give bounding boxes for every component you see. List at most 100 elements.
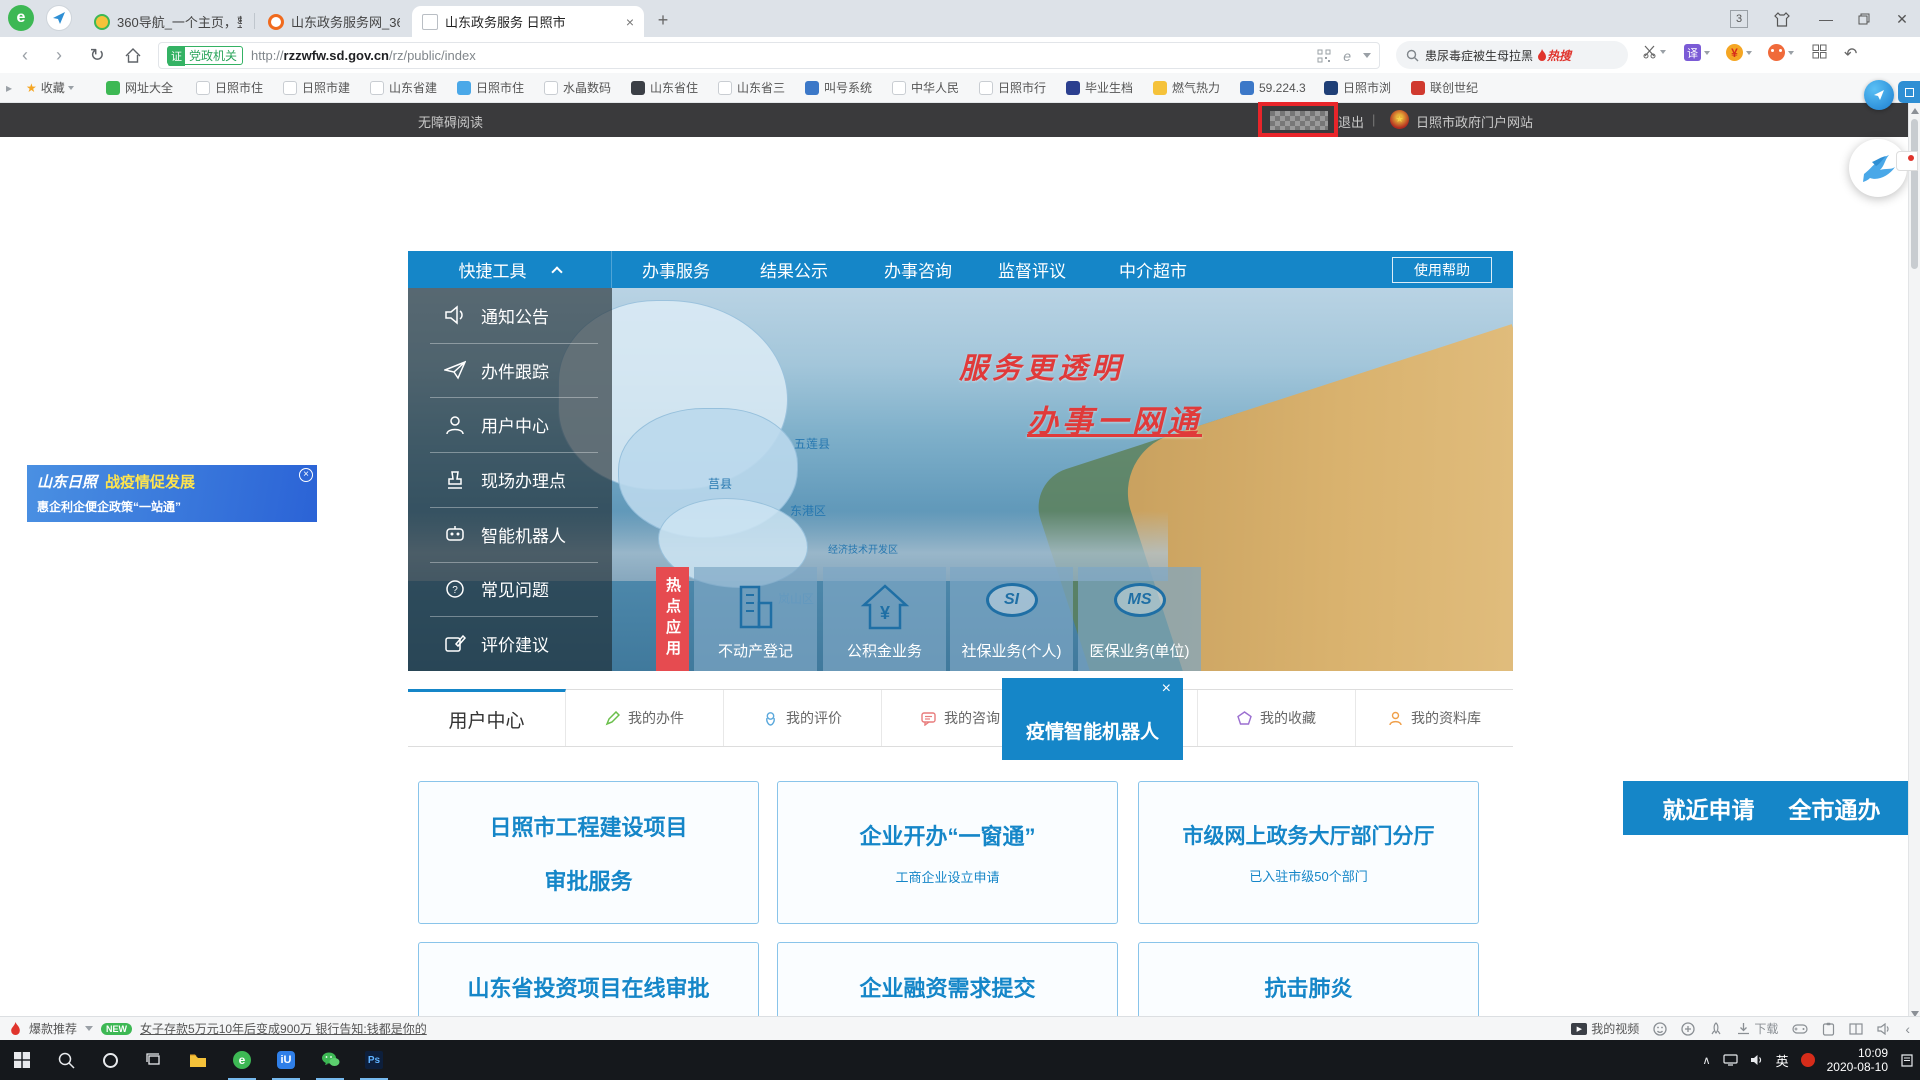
task-view-button[interactable] (132, 1040, 176, 1080)
scroll-up-icon[interactable] (1911, 108, 1919, 114)
nav-item-services[interactable]: 办事服务 (642, 251, 710, 288)
bookmark-item[interactable]: 日照市建 (283, 73, 350, 102)
recommend-caret-icon[interactable] (85, 1026, 93, 1031)
undo-button[interactable]: ↶ (1844, 44, 1857, 64)
volume-icon[interactable] (1750, 1054, 1764, 1066)
rocket-icon[interactable] (1709, 1022, 1723, 1036)
tab-close-icon[interactable]: × (618, 14, 634, 30)
card-gov-hall[interactable]: 市级网上政务大厅部门分厅 已入驻市级50个部门 (1138, 781, 1479, 924)
sidebar-item-user-center[interactable]: 用户中心 (408, 397, 612, 452)
bookmark-item[interactable]: 山东省住 (631, 73, 698, 102)
citywide-label[interactable]: 全市通办 (1789, 791, 1881, 825)
tray-expand-icon[interactable]: ∧ (1703, 1054, 1711, 1067)
file-explorer-button[interactable] (176, 1040, 220, 1080)
notification-center-icon[interactable] (1900, 1054, 1914, 1067)
bookmark-item[interactable]: 叫号系统 (805, 73, 872, 102)
home-button[interactable] (120, 42, 146, 68)
back-button[interactable]: ‹ (12, 42, 38, 68)
tab-my-items[interactable]: 我的办件 (566, 690, 724, 746)
accessibility-link[interactable]: 无障碍阅读 (418, 112, 483, 131)
logout-link[interactable]: 退出 (1338, 112, 1364, 131)
browser-logo-icon[interactable]: e (8, 5, 34, 31)
translate-tool-button[interactable]: 译 (1684, 44, 1710, 61)
browser-search-box[interactable]: 患尿毒症被生母拉黑 热搜 (1396, 41, 1628, 69)
bookmarks-collapse-icon[interactable]: ▸ (6, 73, 12, 102)
cortana-button[interactable] (88, 1040, 132, 1080)
speaker-icon[interactable] (1877, 1023, 1891, 1035)
nearby-apply-label[interactable]: 就近申请 (1663, 791, 1755, 825)
bookmark-item[interactable]: 水晶数码 (544, 73, 611, 102)
app-u-button[interactable]: iU (264, 1040, 308, 1080)
nav-item-supervise[interactable]: 监督评议 (998, 251, 1066, 288)
bookmark-item[interactable]: 日照市行 (979, 73, 1046, 102)
shopping-tool-button[interactable]: ¥ (1726, 44, 1752, 61)
tab-user-center[interactable]: 用户中心 (408, 689, 566, 746)
collapse-chevron-icon[interactable]: ‹ (1905, 1021, 1910, 1037)
favorites-menu[interactable]: ★ 收藏 (26, 73, 74, 102)
close-window-button[interactable]: ✕ (1888, 8, 1916, 30)
ad-banner[interactable]: 山东日照 战疫情促发展 惠企利企便企政策“一站通” × (27, 465, 317, 522)
bookmark-item[interactable]: 毕业生档 (1066, 73, 1133, 102)
hot-app-fund[interactable]: ¥ 公积金业务 (823, 567, 946, 671)
quick-tools-header[interactable]: 快捷工具 (408, 251, 612, 288)
tab-360-nav[interactable]: 360导航_一个主页，整个世界 (84, 6, 252, 37)
ad-close-icon[interactable]: × (299, 468, 313, 482)
nav-item-agency[interactable]: 中介超市 (1119, 251, 1187, 288)
sidebar-item-service-points[interactable]: 现场办理点 (408, 452, 612, 507)
url-field[interactable]: 证 党政机关 http:// rzzwfw.sd.gov.cn /rz/publ… (158, 42, 1380, 69)
my-video-button[interactable]: ▶ 我的视频 (1571, 1020, 1639, 1037)
sidebar-item-faq[interactable]: ? 常见问题 (408, 562, 612, 617)
minimize-button[interactable]: — (1812, 8, 1840, 30)
nearby-apply-bar[interactable]: 就近申请 全市通办 (1623, 781, 1920, 835)
bookmark-item[interactable]: 燃气热力 (1153, 73, 1220, 102)
bookmark-item[interactable]: 日照市住 (457, 73, 524, 102)
browser-360-button[interactable]: e (220, 1040, 264, 1080)
tab-my-reviews[interactable]: 我的评价 (724, 690, 882, 746)
bookmark-item[interactable]: 联创世纪 (1411, 73, 1478, 102)
refresh-button[interactable]: ↻ (84, 42, 110, 68)
taskbar-clock[interactable]: 10:09 2020-08-10 (1827, 1046, 1888, 1074)
photoshop-button[interactable]: Ps (352, 1040, 396, 1080)
speed-ball-icon[interactable] (1864, 80, 1894, 110)
bookmark-item[interactable]: 59.224.3 (1240, 73, 1306, 102)
sidebar-item-notices[interactable]: 通知公告 (408, 288, 612, 343)
display-icon[interactable] (1723, 1054, 1738, 1066)
split-window-icon[interactable] (1849, 1023, 1863, 1035)
security-tray-icon[interactable] (1801, 1053, 1815, 1067)
new-tab-button[interactable]: + (652, 9, 674, 31)
taskbar-search-button[interactable] (44, 1040, 88, 1080)
card-construction-approval[interactable]: 日照市工程建设项目 审批服务 (418, 781, 759, 924)
page-scrollbar[interactable] (1908, 103, 1920, 1016)
side-panel-tab[interactable] (1898, 81, 1920, 103)
site-cert-badge[interactable]: 证 党政机关 (167, 46, 243, 65)
maximize-button[interactable] (1850, 8, 1878, 30)
popup-close-icon[interactable]: × (1162, 680, 1171, 698)
news-headline-link[interactable]: 女子存款5万元10年后变成900万 银行告知:钱都是你的 (140, 1020, 427, 1037)
epidemic-robot-popup[interactable]: × 疫情智能机器人 (1002, 678, 1183, 760)
game-tool-button[interactable] (1768, 44, 1794, 61)
forward-button[interactable]: › (46, 42, 72, 68)
bookmark-item[interactable]: 山东省三 (718, 73, 785, 102)
tab-active-rizhao[interactable]: 山东政务服务 日照市 × (412, 6, 644, 37)
sidebar-item-robot[interactable]: 智能机器人 (408, 507, 612, 562)
wechat-button[interactable] (308, 1040, 352, 1080)
card-business-opening[interactable]: 企业开办“一窗通” 工商企业设立申请 (777, 781, 1118, 924)
clip-tool-button[interactable] (1642, 44, 1666, 59)
hot-app-social-insurance[interactable]: SI 社保业务(个人) (950, 567, 1073, 671)
help-button[interactable]: 使用帮助 (1392, 257, 1492, 283)
start-button[interactable] (0, 1040, 44, 1080)
url-dropdown-icon[interactable] (1363, 53, 1371, 58)
add-circle-icon[interactable] (1681, 1022, 1695, 1036)
sidebar-item-tracking[interactable]: 办件跟踪 (408, 343, 612, 398)
hot-app-medical-insurance[interactable]: MS 医保业务(单位) (1078, 567, 1201, 671)
nav-item-results[interactable]: 结果公示 (760, 251, 828, 288)
nav-ball-icon[interactable] (46, 5, 72, 31)
theme-shirt-icon[interactable] (1768, 8, 1796, 30)
gamepad-icon[interactable] (1792, 1023, 1808, 1035)
ime-indicator[interactable]: 英 (1776, 1051, 1789, 1070)
bookmark-item[interactable]: 网址大全 (106, 73, 173, 102)
scrollbar-thumb[interactable] (1911, 119, 1918, 269)
tab-my-documents[interactable]: 我的资料库 (1356, 690, 1513, 746)
compat-mode-icon[interactable]: e (1343, 48, 1351, 64)
tab-count-badge[interactable]: 3 (1730, 10, 1748, 28)
